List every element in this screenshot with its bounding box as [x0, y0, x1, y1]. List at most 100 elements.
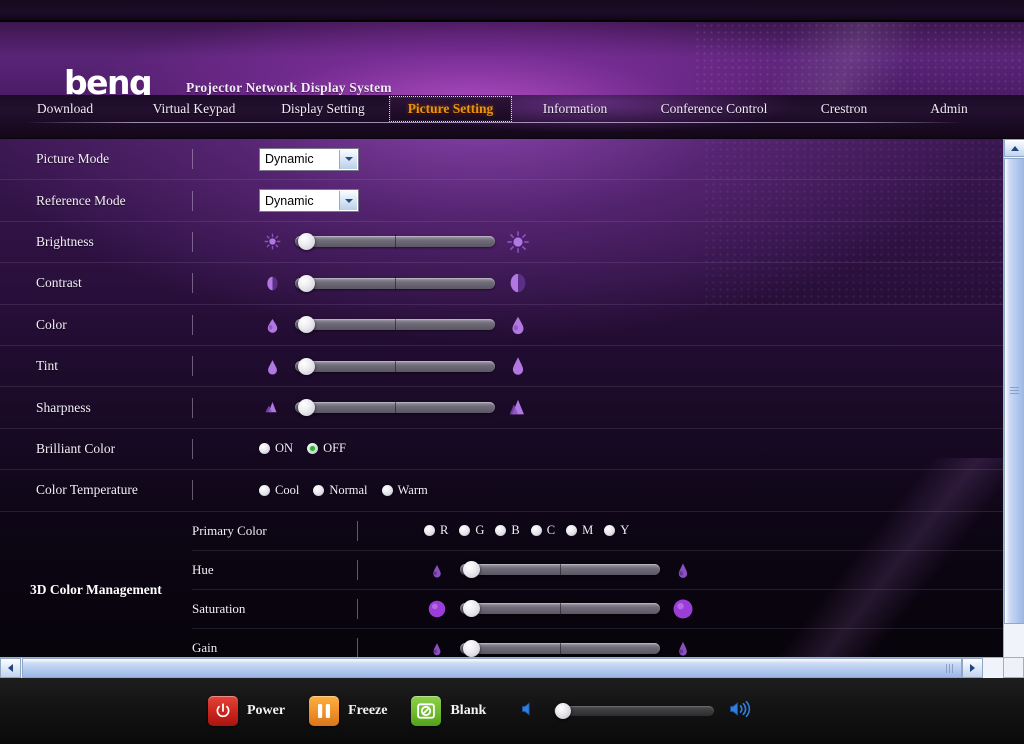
radio-unchecked-icon[interactable] [381, 484, 393, 496]
nav-item-admin[interactable]: Admin [899, 97, 999, 121]
hue-slider [424, 557, 696, 583]
benq-logo: BenQ [64, 66, 153, 95]
hue-slider-handle[interactable] [463, 561, 481, 579]
tint-high-icon [505, 353, 531, 379]
hue-slider-track[interactable] [460, 561, 660, 579]
nav-item-label: Conference Control [660, 100, 768, 116]
pause-icon [309, 696, 340, 726]
nav-item-crestron[interactable]: Crestron [789, 97, 899, 121]
slider-center-tick [395, 317, 396, 333]
tint-slider-track[interactable] [295, 357, 495, 375]
sharpness-slider-track[interactable] [295, 399, 495, 417]
power-button[interactable]: Power [208, 696, 285, 726]
row-contrast: Contrast [0, 263, 1003, 305]
radio-unchecked-icon[interactable] [313, 484, 325, 496]
primary-color-option-y[interactable]: Y [604, 523, 629, 538]
chevron-down-icon[interactable] [339, 191, 357, 211]
scroll-left-icon[interactable] [0, 658, 21, 678]
site-tagline: Projector Network Display System [186, 80, 392, 95]
nav-item-picture-setting[interactable]: Picture Setting [389, 95, 512, 122]
contrast-slider-track[interactable] [295, 274, 495, 292]
saturation-slider-track[interactable] [460, 600, 660, 618]
scroll-right-icon[interactable] [962, 658, 983, 678]
color-temperature-option-cool[interactable]: Cool [259, 483, 299, 498]
brightness-slider-track[interactable] [295, 233, 495, 251]
nav-item-virtual-keypad[interactable]: Virtual Keypad [130, 97, 258, 121]
label-tint: Tint [36, 358, 59, 374]
settings-rows: Picture Mode Dynamic Reference Mode Dyna… [0, 139, 1003, 669]
brilliant-color-option-on[interactable]: ON [259, 441, 293, 456]
radio-unchecked-icon[interactable] [566, 525, 578, 537]
radio-label: M [582, 523, 594, 538]
radio-label: R [440, 523, 449, 538]
nav-item-conference-control[interactable]: Conference Control [639, 97, 789, 121]
color-slider-handle[interactable] [298, 316, 316, 334]
picture-mode-select[interactable]: Dynamic [259, 147, 359, 171]
volume-control [520, 698, 754, 725]
radio-unchecked-icon[interactable] [459, 525, 471, 537]
gain-slider-handle[interactable] [463, 639, 481, 657]
radio-unchecked-icon[interactable] [424, 525, 435, 537]
chevron-down-icon[interactable] [339, 149, 357, 169]
vertical-scrollbar[interactable] [1003, 139, 1024, 678]
radio-unchecked-icon[interactable] [530, 525, 542, 537]
primary-color-option-c[interactable]: C [530, 523, 556, 538]
contrast-slider-handle[interactable] [298, 274, 316, 292]
radio-unchecked-icon[interactable] [259, 443, 270, 455]
primary-color-option-m[interactable]: M [566, 523, 593, 538]
horizontal-scroll-thumb[interactable] [22, 658, 962, 678]
reference-mode-value: Dynamic [265, 193, 314, 208]
radio-checked-icon[interactable] [307, 443, 319, 455]
sharpness-slider-handle[interactable] [298, 399, 316, 417]
nav-item-label: Picture Setting [407, 100, 494, 116]
site-header: BenQ Projector Network Display System [0, 22, 1024, 95]
sharpness-high-icon [505, 395, 531, 421]
volume-up-icon[interactable] [728, 698, 754, 725]
reference-mode-select[interactable]: Dynamic [259, 189, 359, 213]
freeze-button[interactable]: Freeze [309, 696, 387, 726]
brightness-low-icon [259, 229, 285, 255]
nav-item-label: Admin [930, 100, 968, 116]
primary-color-option-b[interactable]: B [495, 523, 520, 538]
volume-mute-icon[interactable] [520, 699, 540, 724]
tint-slider-handle[interactable] [298, 357, 316, 375]
slider-center-tick [395, 358, 396, 374]
row-primary-color: Primary Color R G B C M Y [192, 512, 1003, 551]
scroll-up-icon[interactable] [1004, 139, 1024, 157]
horizontal-scrollbar[interactable] [0, 657, 1003, 678]
label-hue: Hue [192, 561, 214, 577]
volume-slider-track[interactable] [554, 703, 715, 719]
volume-slider-handle[interactable] [555, 703, 572, 719]
brightness-high-icon [505, 229, 531, 255]
color-low-icon [259, 312, 285, 338]
row-color-temperature: Color Temperature Cool Normal Warm [0, 470, 1003, 512]
contrast-slider [259, 270, 531, 296]
color-temperature-option-warm[interactable]: Warm [381, 483, 428, 498]
nav-item-download[interactable]: Download [0, 97, 130, 121]
label-sharpness: Sharpness [36, 399, 91, 415]
primary-color-option-r[interactable]: R [424, 523, 448, 538]
color-temperature-option-normal[interactable]: Normal [313, 483, 368, 498]
window-top-strip [0, 0, 1024, 22]
primary-color-option-g[interactable]: G [459, 523, 484, 538]
gain-slider-track[interactable] [460, 639, 660, 657]
brightness-slider-handle[interactable] [298, 233, 316, 251]
color-slider-track[interactable] [295, 316, 495, 334]
nav-item-display-setting[interactable]: Display Setting [258, 97, 388, 121]
radio-unchecked-icon[interactable] [259, 484, 270, 496]
radio-unchecked-icon[interactable] [604, 525, 616, 537]
radio-label: C [546, 523, 556, 538]
sharpness-low-icon [259, 395, 285, 421]
projector-web-ui: BenQ Projector Network Display System Do… [0, 0, 1024, 744]
blank-label: Blank [450, 703, 487, 718]
radio-unchecked-icon[interactable] [495, 525, 507, 537]
nav-item-information[interactable]: Information [511, 97, 639, 121]
saturation-high-icon [670, 596, 696, 622]
color-slider [259, 312, 531, 338]
blank-button[interactable]: Blank [411, 696, 486, 726]
brilliant-color-option-off[interactable]: OFF [307, 441, 346, 456]
label-gain: Gain [192, 640, 218, 656]
saturation-slider-handle[interactable] [463, 600, 481, 618]
vertical-scroll-thumb[interactable] [1004, 158, 1024, 624]
row-reference-mode: Reference Mode Dynamic [0, 180, 1003, 222]
